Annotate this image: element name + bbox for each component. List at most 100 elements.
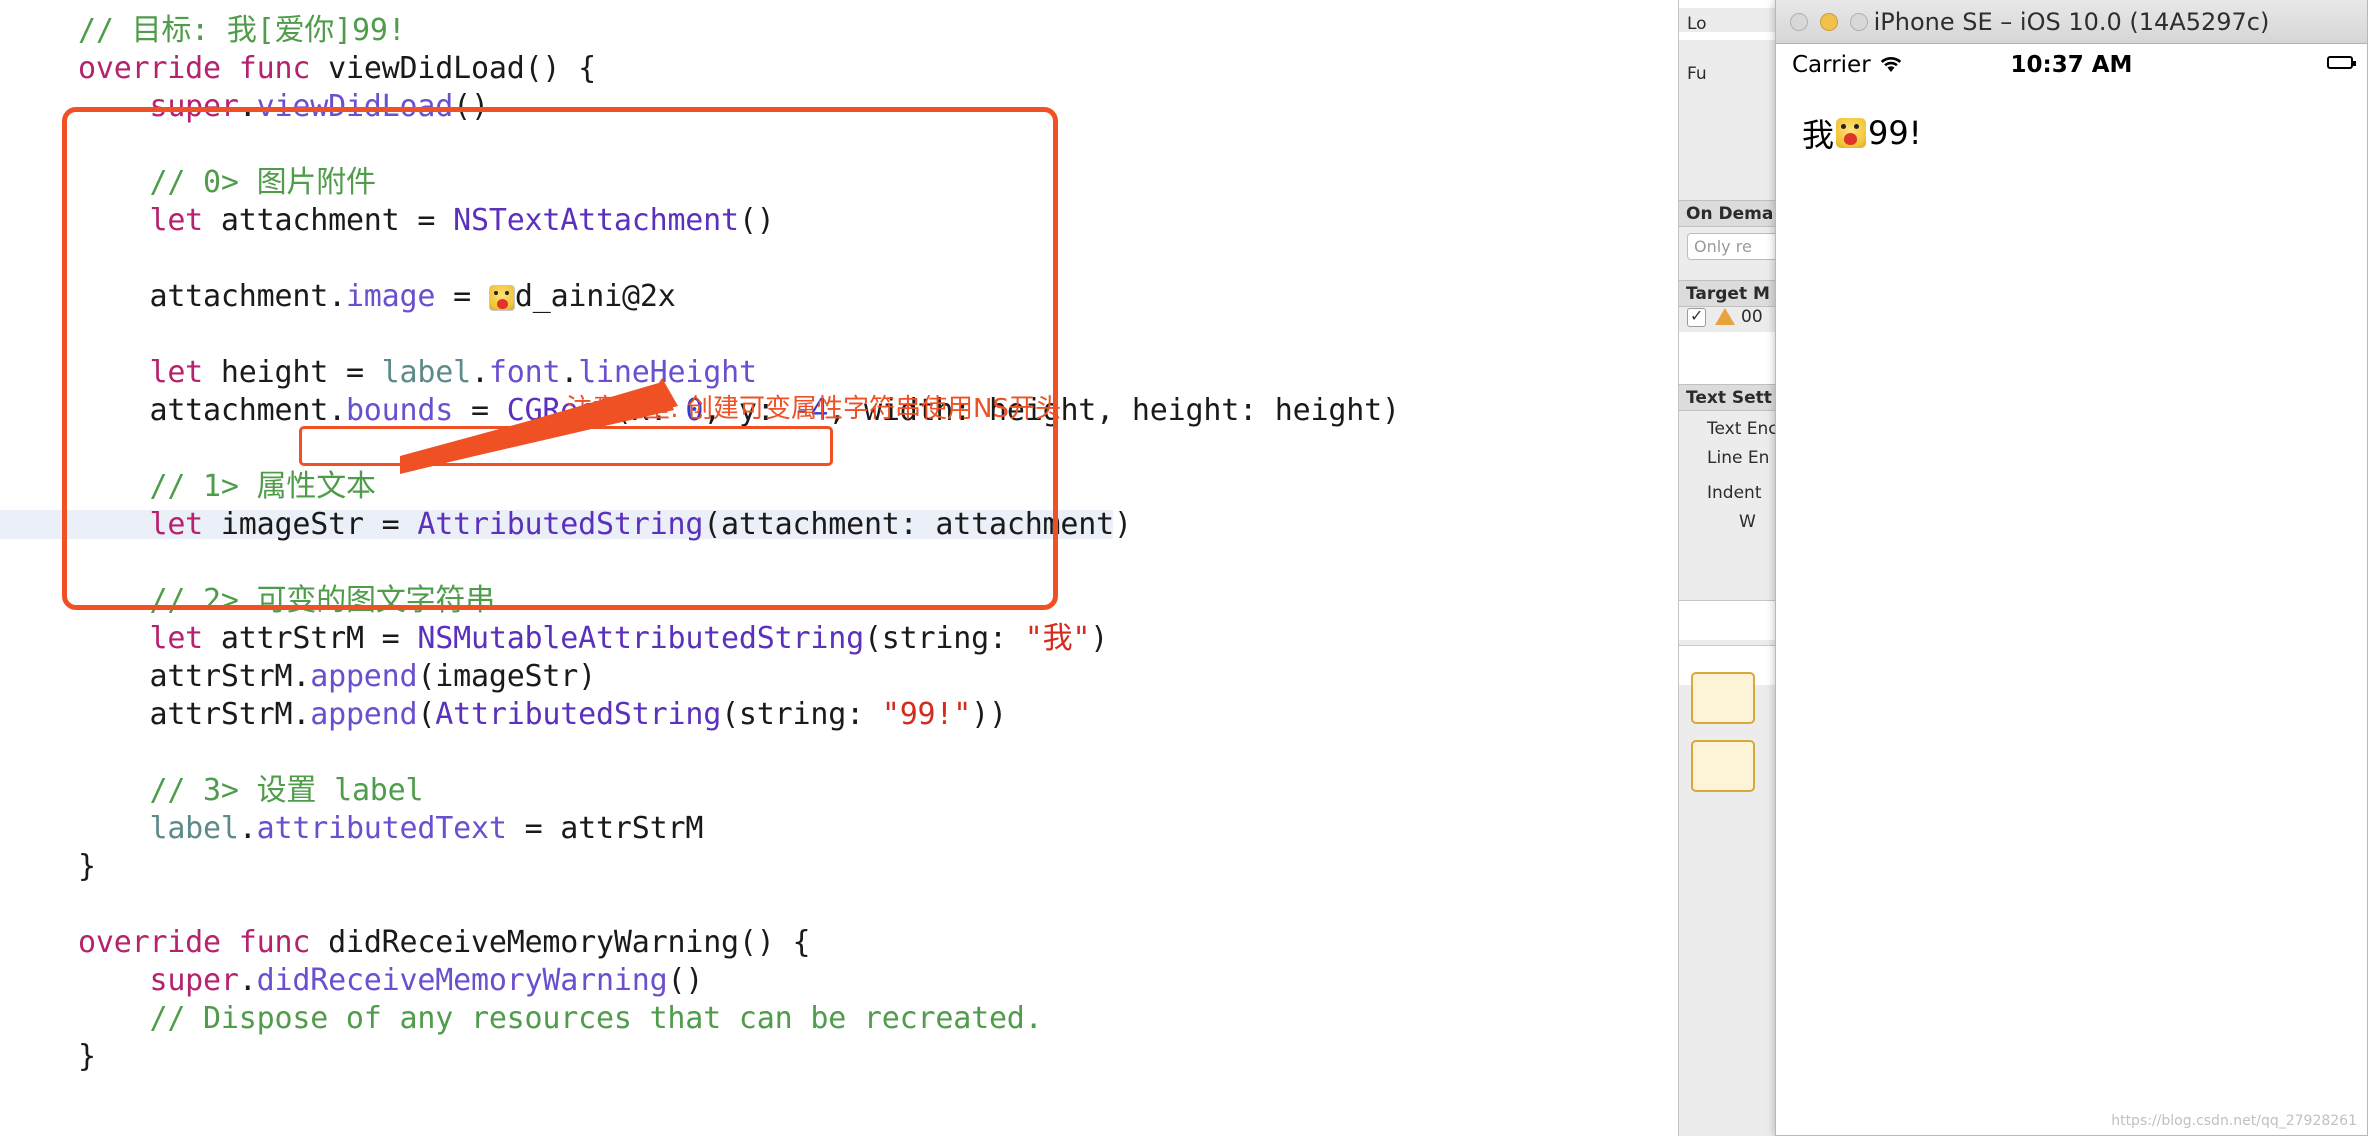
minimize-button[interactable] bbox=[1820, 12, 1838, 31]
code-token: "我" bbox=[1024, 621, 1091, 656]
attributed-text-label: 我 99! bbox=[1802, 110, 1922, 156]
close-button[interactable] bbox=[1790, 12, 1808, 31]
code-token: height = bbox=[203, 355, 382, 390]
code-line[interactable]: attrStrM.append(imageStr) bbox=[78, 658, 1400, 696]
code-token: attachment. bbox=[149, 393, 346, 428]
screenshot-root: // 目标: 我[爱你]99! override func viewDidLoad… bbox=[0, 0, 2368, 1136]
inspector-row-text-encoding: Text Enc bbox=[1707, 419, 1778, 439]
inspector-target-list-body bbox=[1679, 332, 1778, 384]
code-line[interactable] bbox=[78, 430, 1400, 468]
code-token: . bbox=[238, 811, 257, 846]
code-token: NSMutableAttributedString bbox=[417, 621, 864, 656]
code-line[interactable]: label.attributedText = attrStrM bbox=[78, 810, 1400, 848]
code-token: ( bbox=[417, 697, 436, 732]
code-token: . bbox=[560, 355, 579, 390]
code-token: (string: bbox=[721, 697, 882, 732]
code-line[interactable] bbox=[78, 734, 1400, 772]
inspector-spacer-top bbox=[1679, 0, 1778, 8]
code-line[interactable]: // 2> 可变的图文字符串 bbox=[78, 582, 1400, 620]
code-line[interactable]: super.viewDidLoad() bbox=[78, 88, 1400, 126]
watermark-text: https://blog.csdn.net/qq_27928261 bbox=[2111, 1113, 2357, 1129]
code-token: imageStr = bbox=[203, 507, 418, 542]
xcode-file-inspector[interactable]: Lo Fu On Dema Only re Target M 00 Text S… bbox=[1678, 0, 1778, 1136]
code-token: append bbox=[310, 659, 418, 694]
battery-icon bbox=[2327, 56, 2356, 69]
code-token: viewDidLoad() { bbox=[310, 51, 597, 86]
code-line[interactable]: } bbox=[78, 1038, 1400, 1076]
code-line[interactable]: // 0> 图片附件 bbox=[78, 164, 1400, 202]
code-line[interactable]: let attrStrM = NSMutableAttributedString… bbox=[78, 620, 1400, 658]
code-line[interactable]: // 3> 设置 label bbox=[78, 772, 1400, 810]
simulator-screen[interactable]: 我 99! bbox=[1776, 86, 2367, 1135]
code-line[interactable]: // Dispose of any resources that can be … bbox=[78, 1000, 1400, 1038]
code-line[interactable] bbox=[78, 240, 1400, 278]
inspector-divider-2 bbox=[1679, 600, 1778, 640]
code-line[interactable]: let attachment = NSTextAttachment() bbox=[78, 202, 1400, 240]
code-token: // 目标: 我[爱你]99! bbox=[78, 13, 406, 48]
code-token: font bbox=[488, 355, 561, 390]
code-token: attrStrM. bbox=[149, 697, 311, 732]
code-line[interactable] bbox=[78, 316, 1400, 354]
inspector-row-target-name: 00 bbox=[1741, 307, 1763, 327]
annotation-note-text: 注意这里: 创建可变属性字符串使用NS开头 bbox=[566, 394, 1061, 424]
code-token: AttributedString bbox=[435, 697, 722, 732]
asset-thumbnail-1[interactable] bbox=[1691, 672, 1755, 724]
code-token: viewDidLoad bbox=[256, 89, 454, 124]
inspector-row-line-endings: Line En bbox=[1707, 448, 1770, 468]
zoom-button[interactable] bbox=[1850, 12, 1868, 31]
label-suffix-text: 99! bbox=[1868, 114, 1922, 152]
code-line[interactable]: // 1> 属性文本 bbox=[78, 468, 1400, 506]
code-token: "99!" bbox=[881, 697, 972, 732]
code-lines[interactable]: // 目标: 我[爱你]99! override func viewDidLoad… bbox=[78, 12, 1400, 1076]
code-line[interactable]: override func didReceiveMemoryWarning() … bbox=[78, 924, 1400, 962]
code-line[interactable]: attachment.image = d_aini@2x bbox=[78, 278, 1400, 316]
simulator-titlebar[interactable]: iPhone SE – iOS 10.0 (14A5297c) bbox=[1776, 0, 2367, 44]
code-line[interactable]: // 目标: 我[爱你]99! bbox=[78, 12, 1400, 50]
code-token: // Dispose of any resources that can be … bbox=[149, 1001, 1043, 1036]
code-line[interactable] bbox=[78, 544, 1400, 582]
inspector-row-indent-using: Indent bbox=[1707, 483, 1762, 503]
code-line[interactable]: override func viewDidLoad() { bbox=[78, 50, 1400, 88]
code-token: NSTextAttachment bbox=[453, 203, 739, 238]
code-line[interactable]: let height = label.font.lineHeight bbox=[78, 354, 1400, 392]
window-controls[interactable] bbox=[1790, 12, 1868, 31]
code-line[interactable]: attrStrM.append(AttributedString(string:… bbox=[78, 696, 1400, 734]
inspector-checkbox-target[interactable] bbox=[1687, 306, 1706, 327]
code-token: // 1> 属性文本 bbox=[149, 469, 376, 504]
code-token: label bbox=[149, 811, 239, 846]
code-line[interactable] bbox=[78, 126, 1400, 164]
code-token: override bbox=[78, 51, 221, 86]
code-token: lineHeight bbox=[578, 355, 757, 390]
code-token: ) bbox=[1090, 621, 1109, 656]
status-time: 10:37 AM bbox=[2010, 52, 2133, 78]
code-editor[interactable]: // 目标: 我[爱你]99! override func viewDidLoad… bbox=[0, 0, 1678, 1136]
asset-thumbnail-2[interactable] bbox=[1691, 740, 1755, 792]
code-token: attachment = bbox=[203, 203, 454, 238]
inspector-row-localization: Lo bbox=[1687, 14, 1707, 34]
code-token: d_aini@2x bbox=[514, 279, 676, 314]
inspector-field-only-resources[interactable]: Only re bbox=[1687, 233, 1778, 260]
code-line[interactable]: super.didReceiveMemoryWarning() bbox=[78, 962, 1400, 1000]
code-line[interactable]: } bbox=[78, 848, 1400, 886]
code-token: // 2> 可变的图文字符串 bbox=[149, 583, 496, 618]
ios-simulator-window[interactable]: iPhone SE – iOS 10.0 (14A5297c) Carrier … bbox=[1775, 0, 2368, 1136]
code-token: () bbox=[667, 963, 704, 998]
inspector-row-widths: W bbox=[1739, 512, 1756, 532]
code-line[interactable] bbox=[78, 886, 1400, 924]
code-token: bounds bbox=[345, 393, 454, 428]
code-line[interactable]: let imageStr = AttributedString(attachme… bbox=[78, 506, 1400, 544]
code-token: . bbox=[238, 89, 257, 124]
code-token: = bbox=[435, 279, 489, 314]
code-token: super bbox=[149, 89, 239, 124]
code-token: super bbox=[149, 963, 239, 998]
